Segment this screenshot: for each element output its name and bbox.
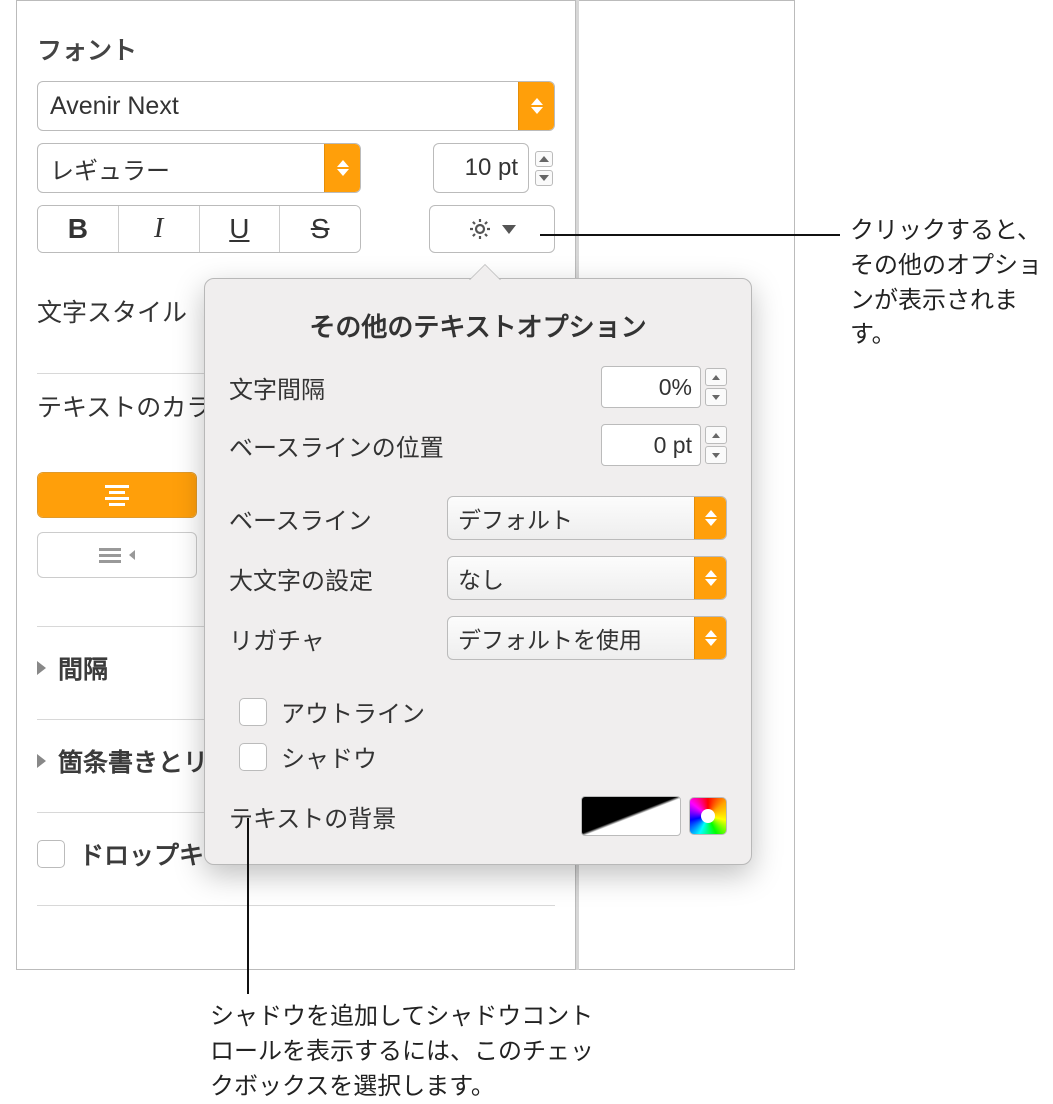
char-spacing-step-up[interactable] (705, 368, 727, 386)
font-style-segment: B I U S (37, 205, 361, 253)
callout-gear: クリックすると、その他のオプションが表示されます。 (850, 214, 1050, 353)
font-family-value: Avenir Next (50, 92, 518, 121)
chevron-right-icon (37, 661, 46, 675)
baseline-select[interactable]: デフォルト (447, 496, 727, 540)
font-size-value: 10 pt (465, 154, 518, 182)
chevron-right-icon (37, 754, 46, 768)
shadow-checkbox[interactable] (239, 743, 267, 771)
outline-checkbox[interactable] (239, 698, 267, 726)
baseline-shift-value: 0 pt (654, 432, 692, 459)
ligature-value: デフォルトを使用 (448, 621, 694, 655)
indent-icon (129, 550, 135, 560)
gear-icon (468, 217, 492, 241)
font-size-input[interactable]: 10 pt (433, 143, 529, 193)
more-text-options-popover: その他のテキストオプション 文字間隔 0% ベースラインの位置 0 pt ベース… (204, 278, 752, 865)
font-section-title: フォント (37, 31, 555, 67)
chevron-updown-icon (694, 557, 726, 599)
chevron-updown-icon (518, 82, 554, 130)
shadow-label: シャドウ (281, 739, 377, 774)
char-spacing-value: 0% (659, 374, 692, 401)
baseline-shift-label: ベースラインの位置 (229, 428, 601, 463)
strikethrough-button[interactable]: S (280, 206, 360, 252)
align-center-button[interactable] (38, 473, 196, 517)
baseline-value: デフォルト (448, 501, 694, 535)
baseline-shift-input[interactable]: 0 pt (601, 424, 701, 466)
spacing-label: 間隔 (58, 650, 108, 686)
italic-button[interactable]: I (119, 206, 200, 252)
chevron-updown-icon (694, 617, 726, 659)
outline-label: アウトライン (281, 694, 425, 729)
char-spacing-input[interactable]: 0% (601, 366, 701, 408)
text-bg-label: テキストの背景 (229, 799, 581, 834)
bullets-label: 箇条書きとリ (58, 743, 208, 779)
indent-outdent-button[interactable] (37, 532, 197, 578)
baseline-shift-step-up[interactable] (705, 426, 727, 444)
char-spacing-step-down[interactable] (705, 388, 727, 406)
baseline-shift-step-down[interactable] (705, 446, 727, 464)
more-options-button[interactable] (429, 205, 555, 253)
color-picker-button[interactable] (689, 797, 727, 835)
popover-title: その他のテキストオプション (229, 307, 727, 344)
alignment-segment[interactable] (37, 472, 197, 518)
ligature-label: リガチャ (229, 621, 447, 656)
chevron-down-icon (502, 225, 516, 234)
font-style-select[interactable]: レギュラー (37, 143, 361, 193)
font-size-step-down[interactable] (535, 170, 553, 186)
baseline-label: ベースライン (229, 501, 447, 536)
char-spacing-label: 文字間隔 (229, 370, 601, 405)
chevron-updown-icon (694, 497, 726, 539)
dropcap-label: ドロップキ (79, 836, 204, 872)
callout-line (247, 818, 249, 994)
chevron-updown-icon (324, 144, 360, 192)
underline-button[interactable]: U (200, 206, 281, 252)
dropcap-checkbox[interactable] (37, 840, 65, 868)
callout-shadow: シャドウを追加してシャドウコントロールを表示するには、このチェックボックスを選択… (210, 1000, 610, 1104)
font-family-select[interactable]: Avenir Next (37, 81, 555, 131)
bold-button[interactable]: B (38, 206, 119, 252)
caps-value: なし (448, 561, 694, 595)
caps-label: 大文字の設定 (229, 561, 447, 596)
caps-select[interactable]: なし (447, 556, 727, 600)
ligature-select[interactable]: デフォルトを使用 (447, 616, 727, 660)
text-bg-color-well[interactable] (581, 796, 681, 836)
font-size-step-up[interactable] (535, 151, 553, 167)
callout-line (540, 234, 840, 236)
font-style-value: レギュラー (50, 151, 324, 186)
